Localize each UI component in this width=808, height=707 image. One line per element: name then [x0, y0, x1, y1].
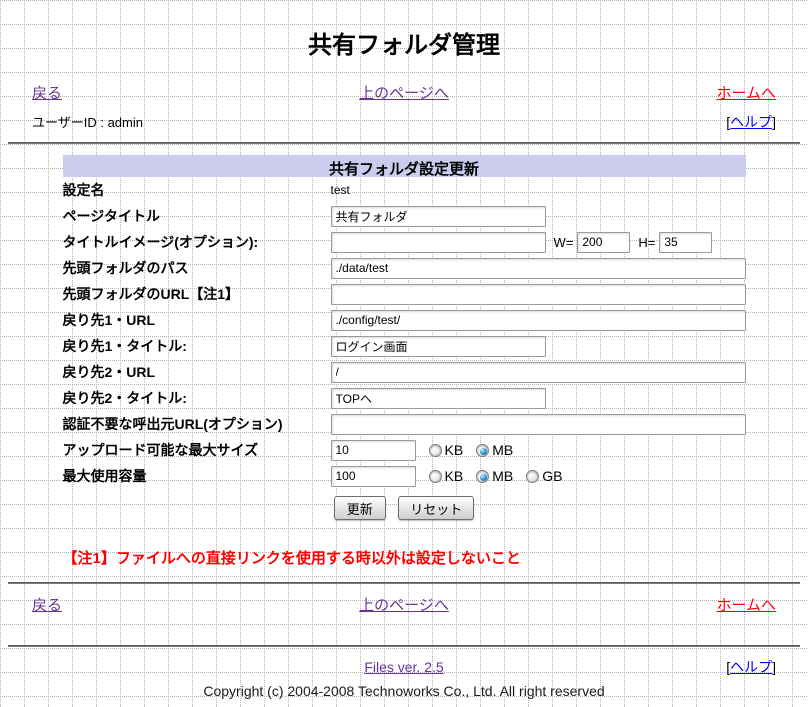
shared-folder-form: 共有フォルダ設定更新 設定名 test ページタイトル タイトルイメージ(オプシ… — [63, 155, 746, 520]
root-url-label: 先頭フォルダのURL【注1】 — [63, 284, 331, 304]
radio-icon — [476, 444, 489, 457]
note-wrap: 【注1】ファイルへの直接リンクを使用する時以外は設定しないこと — [63, 547, 746, 568]
title-image-height-input[interactable] — [659, 232, 712, 253]
row-max-upload: アップロード可能な最大サイズ KB MB — [63, 437, 746, 463]
row-return2-url: 戻り先2・URL — [63, 359, 746, 385]
home-link[interactable]: ホームへ — [716, 82, 776, 103]
max-capacity-unit-mb[interactable]: MB — [476, 468, 513, 484]
return1-title-label: 戻り先1・タイトル: — [63, 336, 331, 356]
note-1: 【注1】ファイルへの直接リンクを使用する時以外は設定しないこと — [63, 550, 521, 567]
bracket-close: ] — [772, 659, 776, 675]
noauth-url-label: 認証不要な呼出元URL(オプション) — [63, 414, 331, 434]
radio-icon — [429, 470, 442, 483]
height-label: H= — [638, 235, 655, 250]
radio-label: MB — [492, 468, 513, 484]
setting-name-label: 設定名 — [63, 180, 331, 200]
top-nav: 戻る 上のページへ ホームへ — [32, 82, 776, 103]
help-link[interactable]: ヘルプ — [730, 114, 772, 130]
radio-label: KB — [445, 442, 464, 458]
root-path-input[interactable] — [331, 258, 746, 279]
row-return1-title: 戻り先1・タイトル: — [63, 333, 746, 359]
row-root-url: 先頭フォルダのURL【注1】 — [63, 281, 746, 307]
max-upload-unit-mb[interactable]: MB — [476, 442, 513, 458]
row-max-capacity: 最大使用容量 KB MB GB — [63, 463, 746, 489]
max-upload-input[interactable] — [331, 440, 416, 461]
row-noauth-url: 認証不要な呼出元URL(オプション) — [63, 411, 746, 437]
back-link[interactable]: 戻る — [32, 82, 359, 103]
radio-label: MB — [492, 442, 513, 458]
divider — [8, 582, 800, 584]
return2-url-label: 戻り先2・URL — [63, 362, 331, 382]
title-image-input[interactable] — [331, 232, 546, 253]
max-capacity-unit-kb[interactable]: KB — [429, 468, 464, 484]
return1-url-input[interactable] — [331, 310, 746, 331]
help-link-wrap: [ヘルプ] — [726, 112, 776, 132]
row-return2-title: 戻り先2・タイトル: — [63, 385, 746, 411]
help-link-wrap-bottom: [ヘルプ] — [726, 657, 776, 677]
return2-url-input[interactable] — [331, 362, 746, 383]
page-title: 共有フォルダ管理 — [8, 25, 800, 60]
row-page-title: ページタイトル — [63, 203, 746, 229]
page-title-label: ページタイトル — [63, 206, 331, 226]
form-actions: 更新 リセット — [63, 496, 746, 520]
max-capacity-input[interactable] — [331, 466, 416, 487]
max-capacity-label: 最大使用容量 — [63, 466, 331, 486]
radio-icon — [429, 444, 442, 457]
radio-label: KB — [445, 468, 464, 484]
update-button[interactable]: 更新 — [334, 496, 386, 520]
width-label: W= — [554, 235, 574, 250]
bottom-nav: 戻る 上のページへ ホームへ — [32, 594, 776, 615]
radio-icon — [476, 470, 489, 483]
back-link-bottom[interactable]: 戻る — [32, 594, 359, 615]
return1-title-input[interactable] — [331, 336, 546, 357]
home-link-bottom[interactable]: ホームへ — [716, 594, 776, 615]
radio-label: GB — [542, 468, 562, 484]
help-link-bottom[interactable]: ヘルプ — [730, 659, 772, 675]
max-upload-label: アップロード可能な最大サイズ — [63, 440, 331, 460]
max-upload-unit-kb[interactable]: KB — [429, 442, 464, 458]
version-row: Files ver. 2.5 [ヘルプ] — [32, 657, 776, 677]
row-return1-url: 戻り先1・URL — [63, 307, 746, 333]
setting-name-value: test — [331, 183, 350, 197]
row-title-image: タイトルイメージ(オプション): W= H= — [63, 229, 746, 255]
reset-button[interactable]: リセット — [398, 496, 474, 520]
divider — [8, 142, 800, 144]
page-title-input[interactable] — [331, 206, 546, 227]
up-page-link-bottom[interactable]: 上のページへ — [359, 594, 449, 615]
divider — [8, 645, 800, 647]
copyright-text: Copyright (c) 2004-2008 Technoworks Co.,… — [8, 683, 800, 699]
form-header: 共有フォルダ設定更新 — [63, 155, 746, 177]
title-image-label: タイトルイメージ(オプション): — [63, 232, 331, 252]
page: 共有フォルダ管理 戻る 上のページへ ホームへ ユーザーID : admin [… — [0, 0, 808, 707]
user-row: ユーザーID : admin [ヘルプ] — [32, 112, 776, 132]
max-capacity-unit-gb[interactable]: GB — [526, 468, 562, 484]
row-root-path: 先頭フォルダのパス — [63, 255, 746, 281]
return2-title-label: 戻り先2・タイトル: — [63, 388, 331, 408]
return2-title-input[interactable] — [331, 388, 546, 409]
return1-url-label: 戻り先1・URL — [63, 310, 331, 330]
title-image-width-input[interactable] — [577, 232, 630, 253]
root-url-input[interactable] — [331, 284, 746, 305]
up-page-link[interactable]: 上のページへ — [359, 82, 449, 103]
user-id-label: ユーザーID : admin — [32, 112, 143, 131]
version-link[interactable]: Files ver. 2.5 — [364, 659, 443, 675]
bracket-close: ] — [772, 114, 776, 130]
root-path-label: 先頭フォルダのパス — [63, 258, 331, 278]
row-setting-name: 設定名 test — [63, 177, 746, 203]
noauth-url-input[interactable] — [331, 414, 746, 435]
radio-icon — [526, 470, 539, 483]
